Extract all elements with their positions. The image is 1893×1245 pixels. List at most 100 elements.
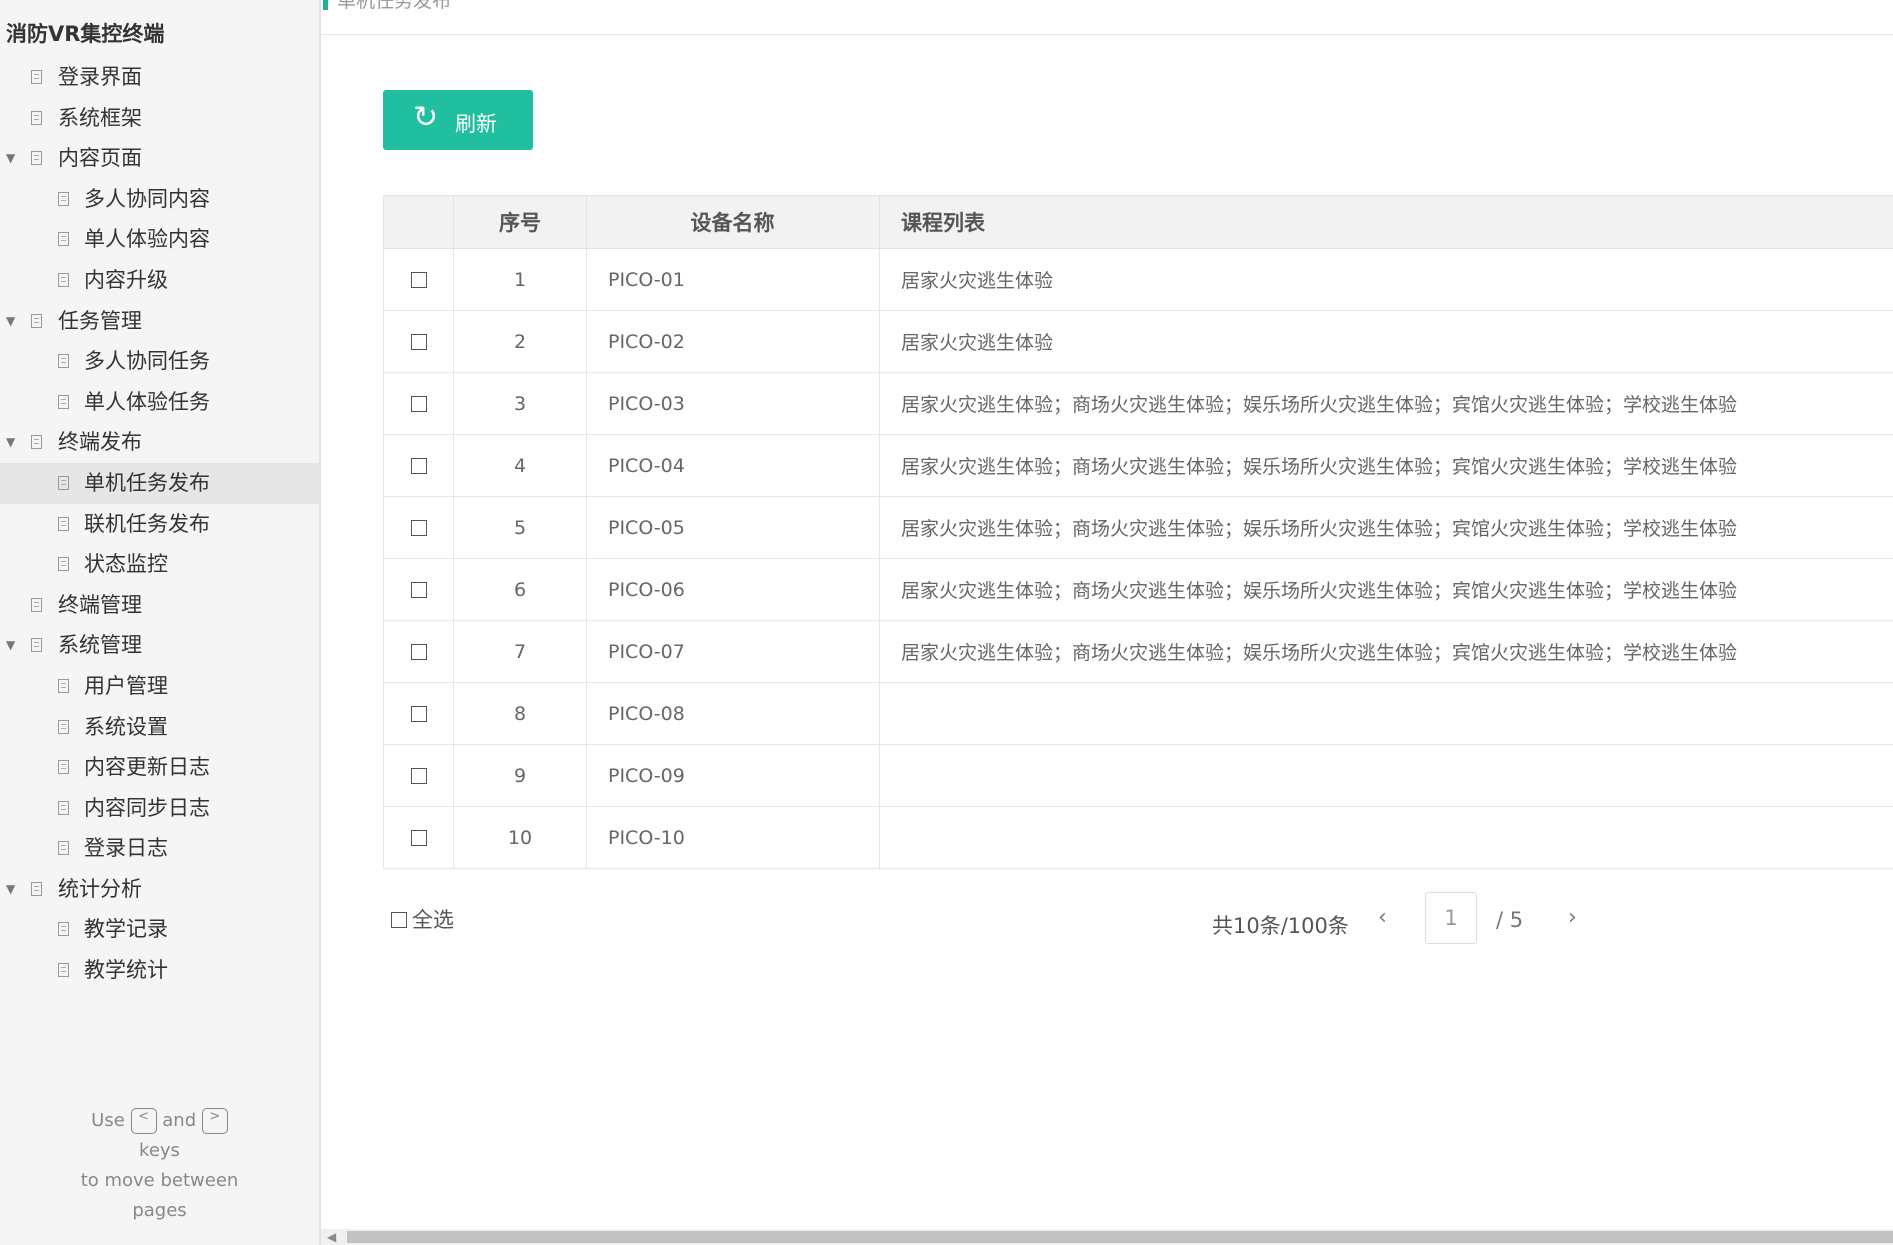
row-checkbox[interactable] <box>410 644 427 660</box>
table-row[interactable]: 1 PICO-01 居家火灾逃生体验 <box>383 248 1893 311</box>
sidebar-item[interactable]: 状态监控 <box>0 544 319 585</box>
scroll-left-icon[interactable]: ◀ <box>327 1229 336 1245</box>
sidebar-item-label: 系统框架 <box>58 105 142 130</box>
row-number: 1 <box>453 248 587 311</box>
row-checkbox[interactable] <box>410 272 427 288</box>
sidebar-item[interactable]: ▼ 系统管理 <box>0 625 319 666</box>
sidebar-item[interactable]: 教学统计 <box>0 950 319 991</box>
row-checkbox-cell <box>383 372 454 435</box>
select-all-checkbox[interactable] <box>391 912 407 928</box>
table-row[interactable]: 10 PICO-10 <box>383 806 1893 869</box>
sidebar-item[interactable]: ▼ 统计分析 <box>0 869 319 910</box>
sidebar-item[interactable]: 系统框架 <box>0 98 319 139</box>
sidebar-item-label: 状态监控 <box>84 552 168 577</box>
sidebar-item-label: 系统管理 <box>58 633 142 658</box>
caret-down-icon[interactable]: ▼ <box>6 422 15 463</box>
sidebar-item[interactable]: ▼ 终端发布 <box>0 422 319 463</box>
document-icon <box>58 475 69 490</box>
sidebar-item-label: 任务管理 <box>58 308 142 333</box>
sidebar-item-label: 终端发布 <box>58 430 142 455</box>
sidebar-item[interactable]: 终端管理 <box>0 585 319 626</box>
row-device-name: PICO-07 <box>586 620 880 683</box>
table-header-row: 序号 设备名称 课程列表 <box>383 195 1893 249</box>
sidebar-item-label: 单机任务发布 <box>84 470 210 495</box>
row-number: 5 <box>453 496 587 559</box>
sidebar-item-label: 内容页面 <box>58 146 142 171</box>
pager-next-icon[interactable]: › <box>1568 905 1577 930</box>
sidebar-item[interactable]: ▼ 内容页面 <box>0 138 319 179</box>
row-checkbox[interactable] <box>410 520 427 536</box>
sidebar-item-label: 统计分析 <box>58 876 142 901</box>
prev-key-icon: < <box>130 1108 157 1134</box>
row-checkbox[interactable] <box>410 582 427 598</box>
row-checkbox[interactable] <box>410 768 427 784</box>
sidebar-item[interactable]: 内容同步日志 <box>0 788 319 829</box>
caret-down-icon[interactable]: ▼ <box>6 138 15 179</box>
header-courses: 课程列表 <box>879 195 1893 249</box>
sidebar-item[interactable]: 教学记录 <box>0 909 319 950</box>
document-icon <box>58 719 69 734</box>
sidebar-item[interactable]: 单人体验任务 <box>0 382 319 423</box>
row-checkbox-cell <box>383 806 454 869</box>
sidebar-item[interactable]: 多人协同任务 <box>0 341 319 382</box>
table-row[interactable]: 4 PICO-04 居家火灾逃生体验；商场火灾逃生体验；娱乐场所火灾逃生体验；宾馆火… <box>383 434 1893 497</box>
sidebar-item[interactable]: 联机任务发布 <box>0 504 319 545</box>
row-number: 2 <box>453 310 587 373</box>
table-row[interactable]: 7 PICO-07 居家火灾逃生体验；商场火灾逃生体验；娱乐场所火灾逃生体验；宾馆火… <box>383 620 1893 683</box>
sidebar-item[interactable]: 多人协同内容 <box>0 179 319 220</box>
header-no: 序号 <box>453 195 587 249</box>
caret-down-icon[interactable]: ▼ <box>6 869 15 910</box>
table-row[interactable]: 5 PICO-05 居家火灾逃生体验；商场火灾逃生体验；娱乐场所火灾逃生体验；宾馆火… <box>383 496 1893 559</box>
header-device: 设备名称 <box>586 195 880 249</box>
sidebar-item[interactable]: 单机任务发布 <box>0 462 319 504</box>
sidebar-item[interactable]: 登录界面 <box>0 57 319 98</box>
row-checkbox[interactable] <box>410 396 427 412</box>
document-icon <box>58 272 69 287</box>
row-device-name: PICO-04 <box>586 434 880 497</box>
hint-keys: keys <box>139 1140 180 1161</box>
row-checkbox[interactable] <box>410 706 427 722</box>
sidebar-item[interactable]: 系统设置 <box>0 707 319 748</box>
row-checkbox[interactable] <box>410 830 427 846</box>
sidebar-item[interactable]: 内容更新日志 <box>0 747 319 788</box>
horizontal-scrollbar[interactable]: ◀ <box>321 1229 1893 1245</box>
row-checkbox[interactable] <box>410 334 427 350</box>
sidebar-item[interactable]: 内容升级 <box>0 260 319 301</box>
table-row[interactable]: 2 PICO-02 居家火灾逃生体验 <box>383 310 1893 373</box>
document-icon <box>58 678 69 693</box>
document-icon <box>58 557 69 572</box>
row-number: 10 <box>453 806 587 869</box>
table-row[interactable]: 3 PICO-03 居家火灾逃生体验；商场火灾逃生体验；娱乐场所火灾逃生体验；宾馆火… <box>383 372 1893 435</box>
sidebar-item[interactable]: 单人体验内容 <box>0 219 319 260</box>
row-device-name: PICO-10 <box>586 806 880 869</box>
row-device-name: PICO-02 <box>586 310 880 373</box>
document-icon <box>58 232 69 247</box>
document-icon <box>58 841 69 856</box>
sidebar-item[interactable]: 用户管理 <box>0 666 319 707</box>
document-icon <box>58 191 69 206</box>
sidebar-item[interactable]: ▼ 任务管理 <box>0 301 319 342</box>
sidebar-item-label: 联机任务发布 <box>84 511 210 536</box>
scrollbar-thumb[interactable] <box>347 1231 1893 1243</box>
sidebar-item-label: 登录日志 <box>84 836 168 861</box>
row-checkbox[interactable] <box>410 458 427 474</box>
table-row[interactable]: 8 PICO-08 <box>383 682 1893 745</box>
table-row[interactable]: 9 PICO-09 <box>383 744 1893 807</box>
row-number: 8 <box>453 682 587 745</box>
sidebar: 消防VR集控终端 登录界面 系统框架 ▼ 内容页面 多人协同内容 单人体验内容 内容升级 ▼ 任… <box>0 0 321 1245</box>
table-row[interactable]: 6 PICO-06 居家火灾逃生体验；商场火灾逃生体验；娱乐场所火灾逃生体验；宾馆火… <box>383 558 1893 621</box>
refresh-button[interactable]: ↻ 刷新 <box>383 90 533 150</box>
sidebar-item[interactable]: 登录日志 <box>0 828 319 869</box>
row-course-list: 居家火灾逃生体验；商场火灾逃生体验；娱乐场所火灾逃生体验；宾馆火灾逃生体验；学校… <box>879 558 1893 621</box>
select-all[interactable]: 全选 <box>391 904 454 934</box>
document-icon <box>31 597 42 612</box>
page-number-input[interactable]: 1 <box>1425 892 1477 944</box>
row-checkbox-cell <box>383 620 454 683</box>
row-course-list: 居家火灾逃生体验；商场火灾逃生体验；娱乐场所火灾逃生体验；宾馆火灾逃生体验；学校… <box>879 372 1893 435</box>
caret-down-icon[interactable]: ▼ <box>6 625 15 666</box>
row-checkbox-cell <box>383 682 454 745</box>
row-device-name: PICO-01 <box>586 248 880 311</box>
caret-down-icon[interactable]: ▼ <box>6 301 15 342</box>
row-checkbox-cell <box>383 434 454 497</box>
pager-prev-icon[interactable]: ‹ <box>1378 905 1387 930</box>
